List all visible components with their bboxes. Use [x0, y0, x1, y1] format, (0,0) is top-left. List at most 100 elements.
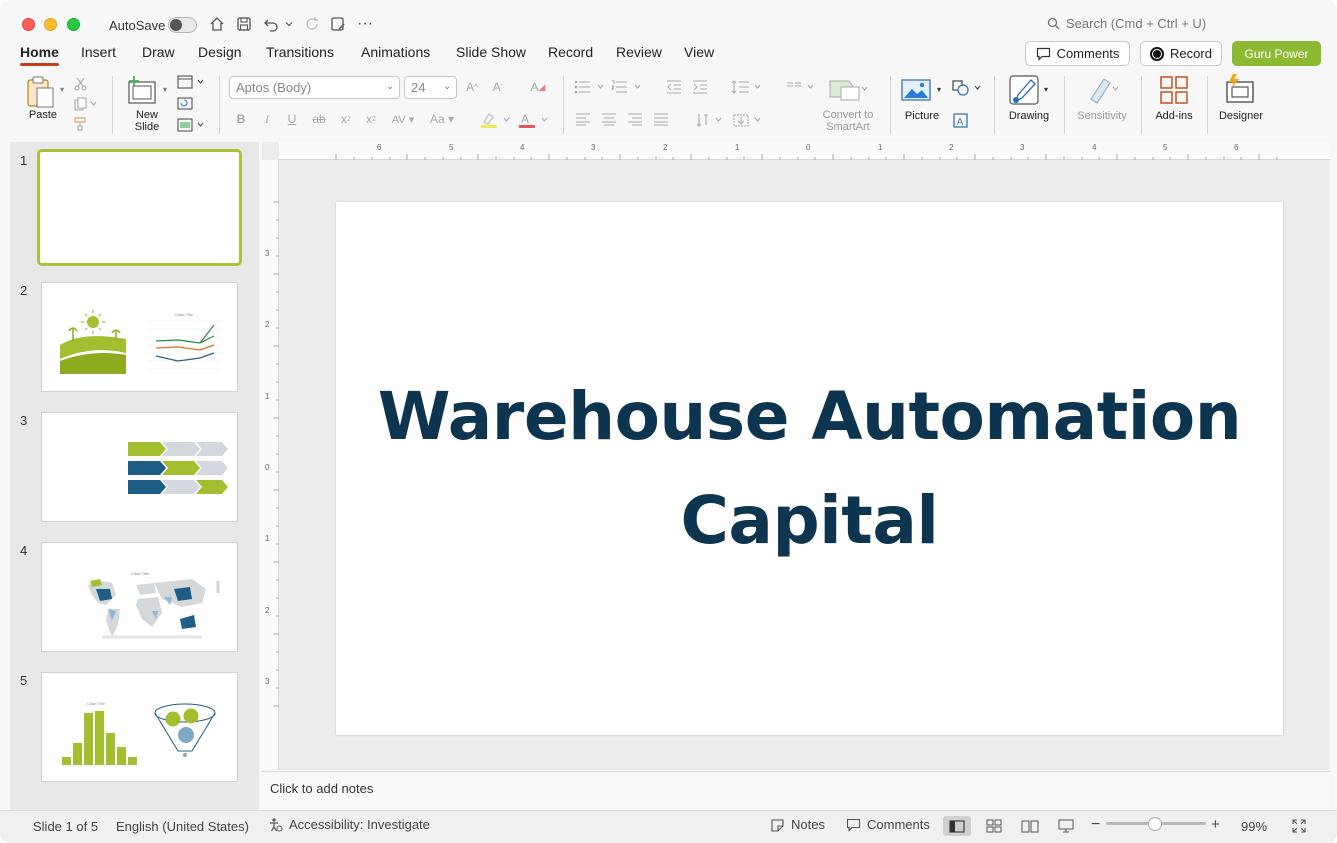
- zoom-out-icon[interactable]: −: [1091, 816, 1100, 834]
- reading-view-button[interactable]: [1016, 816, 1044, 836]
- picture-dropdown-icon[interactable]: ▾: [934, 84, 944, 94]
- close-window-button[interactable]: [22, 18, 35, 31]
- cut-icon[interactable]: [72, 76, 88, 92]
- underline-icon[interactable]: U: [284, 111, 300, 127]
- tab-review[interactable]: Review: [616, 44, 662, 60]
- maximize-window-button[interactable]: [67, 18, 80, 31]
- tab-slide-show[interactable]: Slide Show: [456, 44, 526, 60]
- save-icon[interactable]: [234, 14, 254, 34]
- sensitivity-icon[interactable]: [1085, 74, 1119, 106]
- undo-dropdown-icon[interactable]: [283, 14, 295, 34]
- fit-to-window-button[interactable]: [1285, 816, 1313, 836]
- decrease-indent-icon[interactable]: [665, 78, 683, 96]
- slide-thumbnail-4[interactable]: Chart Title: [41, 542, 238, 652]
- slide-thumbnail-3[interactable]: [41, 412, 238, 522]
- layout-icon[interactable]: [176, 74, 206, 90]
- tab-record[interactable]: Record: [548, 44, 593, 60]
- change-case-icon[interactable]: Aa ▾: [426, 111, 458, 127]
- picture-icon[interactable]: [900, 76, 932, 104]
- language-status[interactable]: English (United States): [116, 819, 249, 834]
- text-box-icon[interactable]: A: [952, 112, 968, 128]
- increase-indent-icon[interactable]: [691, 78, 709, 96]
- undo-icon[interactable]: [261, 14, 281, 34]
- slide-sorter-view-button[interactable]: [980, 816, 1008, 836]
- tab-animations[interactable]: Animations: [361, 44, 430, 60]
- align-text-icon[interactable]: [731, 111, 765, 129]
- thumb-number: 3: [20, 413, 28, 428]
- home-icon[interactable]: [207, 14, 227, 34]
- text-direction-icon[interactable]: [694, 111, 726, 129]
- paste-dropdown-icon[interactable]: ▾: [57, 84, 67, 94]
- highlight-icon[interactable]: [478, 111, 512, 129]
- ruler-label: 6: [377, 143, 382, 152]
- redo-icon[interactable]: [302, 14, 322, 34]
- record-button[interactable]: Record: [1140, 41, 1222, 66]
- tab-draw[interactable]: Draw: [142, 44, 175, 60]
- subscript-icon[interactable]: x2: [363, 111, 379, 127]
- thumbnail-5-graphics: Chart Title: [60, 701, 216, 766]
- notes-pane[interactable]: Click to add notes: [262, 771, 1330, 809]
- tab-design[interactable]: Design: [198, 44, 242, 60]
- paste-icon[interactable]: [24, 74, 58, 110]
- align-center-icon[interactable]: [600, 111, 618, 127]
- notes-toggle[interactable]: Notes: [770, 817, 825, 832]
- superscript-icon[interactable]: x2: [338, 111, 354, 127]
- bold-icon[interactable]: B: [233, 111, 249, 127]
- drawing-dropdown-icon[interactable]: ▾: [1041, 84, 1051, 94]
- justify-icon[interactable]: [652, 111, 670, 127]
- copy-icon[interactable]: [72, 96, 100, 112]
- bullets-icon[interactable]: [573, 78, 607, 96]
- columns-icon[interactable]: [785, 78, 819, 96]
- section-icon[interactable]: [176, 117, 206, 133]
- character-spacing-icon[interactable]: AV ▾: [387, 111, 419, 127]
- font-size-select[interactable]: 24 ⌄: [404, 76, 457, 99]
- tab-insert[interactable]: Insert: [81, 44, 116, 60]
- slide-canvas[interactable]: Warehouse Automation Capital: [336, 202, 1283, 735]
- italic-icon[interactable]: I: [259, 111, 275, 127]
- accessibility-status[interactable]: Accessibility: Investigate: [268, 817, 430, 832]
- drawing-icon[interactable]: [1008, 74, 1040, 106]
- numbering-icon[interactable]: [610, 78, 644, 96]
- font-name-select[interactable]: Aptos (Body) ⌄: [229, 76, 400, 99]
- ribbon-separator: [563, 76, 564, 134]
- align-right-icon[interactable]: [626, 111, 644, 127]
- slideshow-view-button[interactable]: [1052, 816, 1080, 836]
- slide-thumbnail-2[interactable]: Chart Title: [41, 282, 238, 392]
- convert-smartart-icon[interactable]: [826, 76, 870, 104]
- clear-formatting-icon[interactable]: A ◢: [528, 78, 548, 96]
- more-icon[interactable]: ···: [355, 14, 375, 34]
- align-left-icon[interactable]: [574, 111, 592, 127]
- slide-thumbnail-5[interactable]: Chart Title: [41, 672, 238, 782]
- slide-title[interactable]: Warehouse Automation Capital: [360, 365, 1260, 573]
- slide-thumbnail-1[interactable]: [37, 149, 242, 266]
- tab-view[interactable]: View: [684, 44, 714, 60]
- reset-slide-icon[interactable]: [176, 95, 194, 111]
- new-slide-icon[interactable]: [126, 74, 160, 108]
- comments-toggle[interactable]: Comments: [846, 817, 930, 832]
- search-box[interactable]: Search (Cmd + Ctrl + U): [1047, 16, 1206, 31]
- zoom-slider-handle[interactable]: [1148, 817, 1162, 831]
- tab-home[interactable]: Home: [20, 44, 59, 66]
- minimize-window-button[interactable]: [44, 18, 57, 31]
- comments-button[interactable]: Comments: [1025, 41, 1130, 66]
- tab-transitions[interactable]: Transitions: [266, 44, 334, 60]
- new-slide-label-2: Slide: [134, 121, 160, 133]
- decrease-font-size-icon[interactable]: Aˇ: [488, 78, 508, 96]
- zoom-in-icon[interactable]: +: [1211, 816, 1220, 833]
- strikethrough-icon[interactable]: ab: [309, 111, 329, 127]
- increase-font-size-icon[interactable]: A ^: [462, 78, 482, 96]
- guru-power-button[interactable]: Guru Power: [1232, 41, 1321, 66]
- new-slide-dropdown-icon[interactable]: ▾: [160, 84, 170, 94]
- shapes-icon[interactable]: [950, 78, 984, 98]
- format-painter-icon[interactable]: [72, 116, 88, 132]
- ruler-label: 4: [1092, 143, 1097, 152]
- line-spacing-icon[interactable]: [730, 78, 764, 96]
- designer-icon[interactable]: [1223, 72, 1257, 106]
- font-color-icon[interactable]: A: [516, 111, 550, 129]
- save-as-icon[interactable]: [328, 14, 348, 34]
- ruler-label: 2: [663, 143, 668, 152]
- zoom-level[interactable]: 99%: [1241, 819, 1267, 834]
- normal-view-button[interactable]: [943, 816, 971, 836]
- autosave-toggle[interactable]: [168, 17, 197, 33]
- add-ins-icon[interactable]: [1158, 74, 1190, 106]
